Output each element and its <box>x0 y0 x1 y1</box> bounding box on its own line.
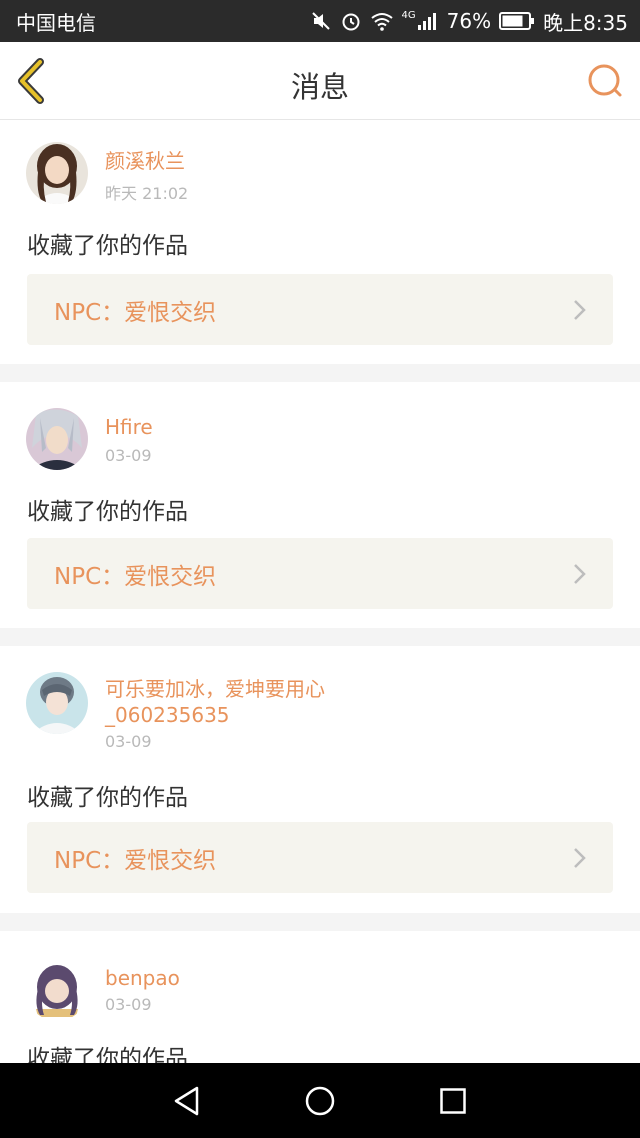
system-home-button[interactable] <box>300 1081 340 1121</box>
message-card: Hfire 03-09 收藏了你的作品 NPC：爱恨交织 <box>0 382 640 628</box>
message-card: 颜溪秋兰 昨天 21:02 收藏了你的作品 NPC：爱恨交织 <box>0 120 640 364</box>
back-triangle-icon <box>174 1086 198 1115</box>
wifi-icon <box>370 11 394 31</box>
system-navigation-bar <box>0 1063 640 1138</box>
avatar[interactable] <box>26 142 88 204</box>
mute-icon <box>310 10 332 32</box>
timestamp: 03-09 <box>105 732 152 751</box>
timestamp: 03-09 <box>105 446 152 465</box>
system-back-button[interactable] <box>167 1081 207 1121</box>
search-button[interactable] <box>586 62 624 100</box>
work-link[interactable]: NPC：爱恨交织 <box>27 274 613 345</box>
chevron-right-icon <box>574 563 586 584</box>
network-type-label: 4G <box>401 10 416 21</box>
battery-percent: 76% <box>446 9 492 33</box>
username[interactable]: Hfire <box>105 414 365 440</box>
message-card: 可乐要加冰，爱坤要用心_060235635 03-09 收藏了你的作品 NPC：… <box>0 646 640 913</box>
system-recents-button[interactable] <box>433 1081 473 1121</box>
avatar[interactable] <box>26 408 88 470</box>
search-icon <box>588 64 622 97</box>
status-icons: 4G 76% 晚上8:35 <box>310 7 628 36</box>
work-link[interactable]: NPC：爱恨交织 <box>27 538 613 609</box>
action-text: 收藏了你的作品 <box>27 785 188 811</box>
avatar[interactable] <box>26 672 88 734</box>
alarm-icon <box>340 10 362 32</box>
username[interactable]: benpao <box>105 965 365 991</box>
message-card: benpao 03-09 收藏了你的作品 <box>0 931 640 1063</box>
signal-icon: 4G <box>402 11 439 31</box>
action-text: 收藏了你的作品 <box>27 499 188 525</box>
battery-icon <box>499 11 535 31</box>
action-text: 收藏了你的作品 <box>27 233 188 259</box>
timestamp: 03-09 <box>105 995 152 1014</box>
username[interactable]: 颜溪秋兰 <box>105 148 365 174</box>
timestamp: 昨天 21:02 <box>105 184 189 203</box>
avatar[interactable] <box>26 959 88 1021</box>
message-list[interactable]: 颜溪秋兰 昨天 21:02 收藏了你的作品 NPC：爱恨交织 Hfire 03-… <box>0 120 640 1063</box>
work-title: NPC：爱恨交织 <box>54 299 217 326</box>
status-bar: 中国电信 4G 76% 晚上8:35 <box>0 0 640 42</box>
action-text: 收藏了你的作品 <box>27 1046 188 1063</box>
work-title: NPC：爱恨交织 <box>54 847 217 874</box>
work-link[interactable]: NPC：爱恨交织 <box>27 822 613 893</box>
clock-label: 晚上8:35 <box>543 10 628 35</box>
navigation-bar: 消息 <box>0 42 640 120</box>
chevron-right-icon <box>574 847 586 868</box>
chevron-right-icon <box>574 299 586 320</box>
home-circle-icon <box>305 1086 335 1115</box>
recents-square-icon <box>440 1087 467 1114</box>
username[interactable]: 可乐要加冰，爱坤要用心_060235635 <box>105 676 365 728</box>
work-title: NPC：爱恨交织 <box>54 563 217 590</box>
page-title: 消息 <box>290 70 349 104</box>
carrier-label: 中国电信 <box>16 10 96 35</box>
